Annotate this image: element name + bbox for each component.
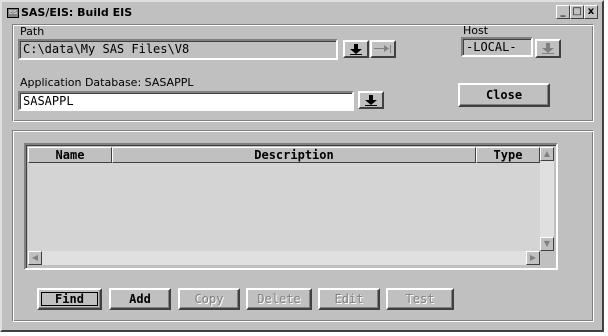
app-db-select-button[interactable] xyxy=(358,91,384,109)
close-window-button[interactable]: x xyxy=(584,5,598,19)
window-title: SAS/EIS: Build EIS xyxy=(21,6,133,19)
arrow-down-icon xyxy=(365,95,377,106)
vertical-scrollbar[interactable]: ▲ ▼ xyxy=(540,147,554,251)
path-field[interactable]: C:\data\My SAS Files\V8 xyxy=(18,39,338,60)
close-button[interactable]: Close xyxy=(458,83,550,107)
objects-table[interactable]: Name Description Type ▲ ▼ ◀ ▶ xyxy=(24,143,558,270)
host-select-button[interactable] xyxy=(535,39,561,58)
table-body[interactable] xyxy=(28,163,540,251)
find-button[interactable]: Find xyxy=(37,288,102,310)
app-db-field[interactable]: SASAPPL xyxy=(18,91,354,111)
horizontal-scrollbar[interactable]: ◀ ▶ xyxy=(28,251,540,265)
test-button[interactable]: Test xyxy=(386,288,454,310)
maximize-button[interactable]: □ xyxy=(570,5,584,19)
add-button[interactable]: Add xyxy=(109,288,171,310)
column-header-name[interactable]: Name xyxy=(28,147,112,163)
scroll-up-button[interactable]: ▲ xyxy=(540,147,554,161)
scroll-right-button[interactable]: ▶ xyxy=(526,251,540,265)
table-header: Name Description Type xyxy=(28,147,540,163)
sas-app-icon: EIS xyxy=(7,8,19,18)
path-go-button[interactable] xyxy=(370,40,396,58)
edit-button[interactable]: Edit xyxy=(318,288,380,310)
app-db-label: Application Database: SASAPPL xyxy=(20,76,194,89)
scroll-down-button[interactable]: ▼ xyxy=(540,237,554,251)
path-label: Path xyxy=(20,25,45,38)
copy-button[interactable]: Copy xyxy=(178,288,240,310)
build-eis-window: EIS SAS/EIS: Build EIS _ □ x Path C:\dat… xyxy=(0,0,604,332)
path-select-button[interactable] xyxy=(343,40,369,58)
column-header-description[interactable]: Description xyxy=(112,147,476,163)
arrow-down-icon xyxy=(350,44,362,55)
host-field[interactable]: -LOCAL- xyxy=(461,37,533,57)
arrow-right-icon xyxy=(374,45,391,53)
arrow-down-icon xyxy=(542,43,554,54)
minimize-button[interactable]: _ xyxy=(556,5,570,19)
column-header-type[interactable]: Type xyxy=(476,147,540,163)
title-bar[interactable]: EIS SAS/EIS: Build EIS _ □ x xyxy=(4,4,600,22)
host-label: Host xyxy=(463,24,489,37)
scroll-left-button[interactable]: ◀ xyxy=(28,251,42,265)
delete-button[interactable]: Delete xyxy=(246,288,312,310)
